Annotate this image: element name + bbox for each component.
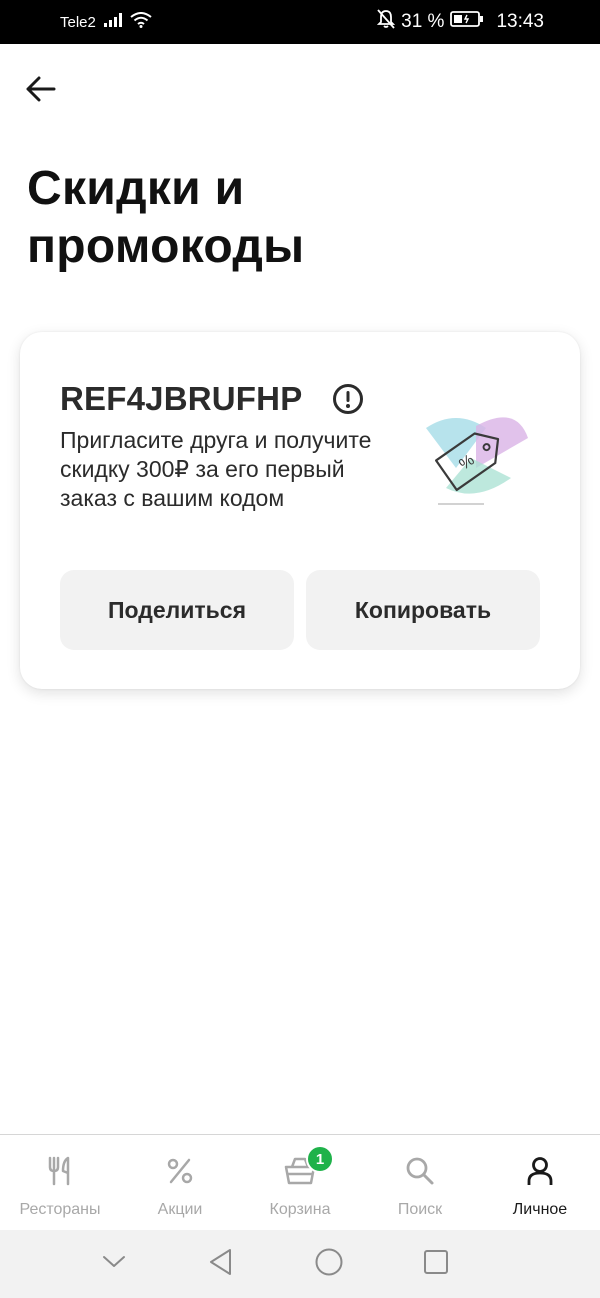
promo-code: REF4JBRUFHP [60,380,303,417]
triangle-back-icon [208,1248,234,1281]
tab-label: Рестораны [19,1201,101,1218]
cart-count-badge: 1 [306,1145,334,1173]
chevron-down-icon [102,1255,126,1274]
square-recents-icon [422,1248,450,1281]
system-back-button[interactable] [201,1244,241,1284]
back-button[interactable] [22,72,60,110]
promo-code-row: REF4JBRUFHP [60,380,364,418]
tab-promotions[interactable]: Акции [120,1135,240,1230]
arrow-left-icon [26,76,56,107]
system-navigation-bar [0,1230,600,1298]
info-icon[interactable] [332,383,364,415]
promo-card: REF4JBRUFHP Пригласите друга и получите … [20,332,580,689]
tab-restaurants[interactable]: Рестораны [0,1135,120,1230]
status-left: Tele2 [60,12,152,32]
mute-bell-icon [376,9,396,35]
tab-cart[interactable]: 1 Корзина [240,1135,360,1230]
search-icon [402,1153,438,1189]
hide-keyboard-button[interactable] [94,1244,134,1284]
battery-percent: 31 % [401,11,445,32]
carrier-name: Tele2 [60,13,96,31]
circle-home-icon [314,1247,344,1282]
person-icon [522,1153,558,1189]
tab-label: Личное [512,1201,568,1218]
system-home-button[interactable] [309,1244,349,1284]
tab-label: Корзина [269,1201,331,1218]
status-right: 31 % 13:43 [376,9,544,35]
promo-description: Пригласите друга и получите скидку 300₽ … [60,427,372,511]
battery-icon [450,10,484,34]
percent-icon [162,1153,198,1189]
clock: 13:43 [496,11,544,32]
wifi-icon [130,12,152,32]
tab-label: Акции [157,1201,203,1218]
tab-search[interactable]: Поиск [360,1135,480,1230]
status-bar: Tele2 31 % 13:43 [0,0,600,44]
discount-tag-illustration: % [416,408,536,508]
copy-button[interactable]: Копировать [306,570,540,650]
bottom-tab-bar: Рестораны Акции 1 Корзина Поиск Личное [0,1134,600,1230]
system-recents-button[interactable] [416,1244,456,1284]
fork-knife-icon [42,1153,78,1189]
share-button[interactable]: Поделиться [60,570,294,650]
page-title: Скидки и промокоды [27,162,305,273]
tab-personal[interactable]: Личное [480,1135,600,1230]
tab-label: Поиск [397,1201,443,1218]
signal-icon [103,13,122,31]
